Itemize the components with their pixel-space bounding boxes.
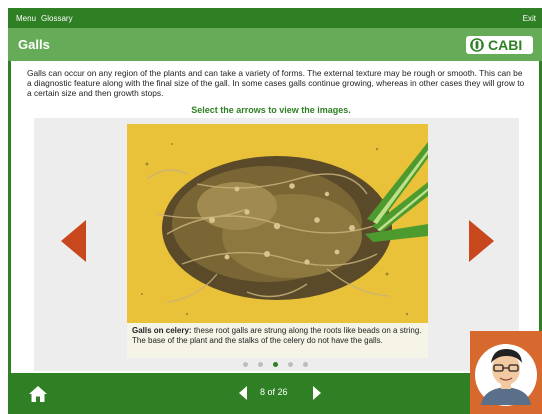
page-counter: 8 of 26 [260, 387, 288, 397]
arrow-right-icon[interactable] [469, 220, 494, 262]
cabi-logo: CABI [466, 36, 533, 54]
slide-dot-active[interactable] [273, 362, 278, 367]
menu-link[interactable]: Menu [16, 14, 36, 23]
avatar[interactable] [470, 331, 542, 414]
slide-dot[interactable] [288, 362, 293, 367]
arrow-left-icon[interactable] [61, 220, 86, 262]
exit-link[interactable]: Exit [523, 14, 536, 23]
cabi-logo-icon [470, 38, 484, 52]
chevron-left-icon[interactable] [239, 386, 247, 400]
slide-dot[interactable] [258, 362, 263, 367]
top-menu-bar: Menu Glossary Exit [8, 8, 542, 28]
presenter-avatar-icon [475, 344, 537, 406]
description-text: Galls can occur on any region of the pla… [27, 68, 525, 98]
instruction-text: Select the arrows to view the images. [191, 105, 351, 115]
slide-dot[interactable] [243, 362, 248, 367]
page-title: Galls [18, 37, 50, 52]
logo-text: CABI [488, 37, 523, 53]
home-icon[interactable] [28, 385, 48, 403]
glossary-link[interactable]: Glossary [41, 14, 73, 23]
page-header: Galls CABI [8, 28, 542, 61]
slide-dot[interactable] [303, 362, 308, 367]
chevron-right-icon[interactable] [313, 386, 321, 400]
caption-title: Galls on celery: [132, 326, 192, 335]
bottom-nav-bar: 8 of 26 [8, 373, 542, 414]
slide-caption: Galls on celery: these root galls are st… [127, 323, 428, 358]
